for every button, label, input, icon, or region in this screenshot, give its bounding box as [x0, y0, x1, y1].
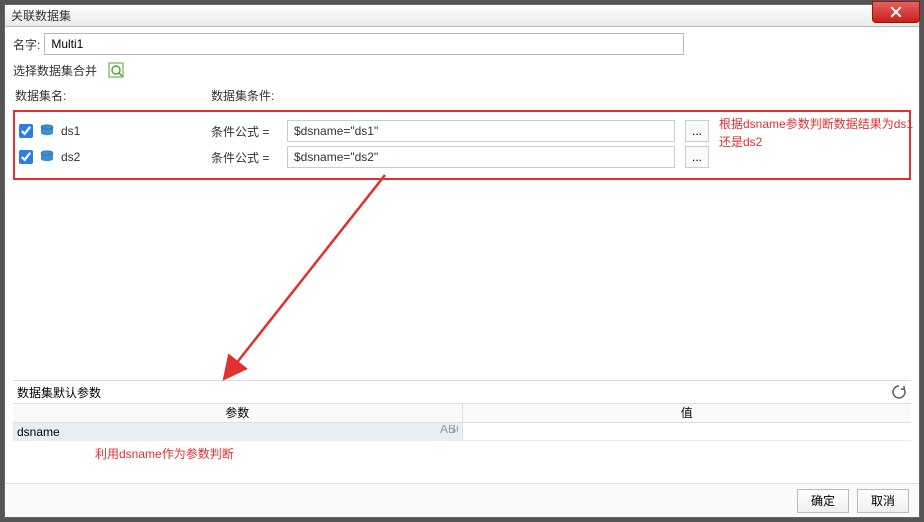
condition-label: 条件公式 =	[211, 149, 281, 166]
merge-row: 选择数据集合并	[13, 61, 911, 79]
ok-button[interactable]: 确定	[797, 489, 849, 513]
dataset-name: ds2	[61, 150, 205, 164]
refresh-button[interactable]	[891, 384, 907, 400]
dataset-name: ds1	[61, 124, 205, 138]
titlebar: 关联数据集	[5, 5, 919, 27]
refresh-icon	[891, 384, 907, 400]
header-dataset-cond: 数据集条件:	[211, 87, 909, 104]
params-header: 数据集默认参数	[13, 380, 911, 404]
window-title: 关联数据集	[11, 7, 71, 24]
param-name-cell[interactable]: dsnameABC	[13, 425, 463, 439]
cancel-button[interactable]: 取消	[857, 489, 909, 513]
dataset-checkbox[interactable]	[19, 124, 33, 138]
dataset-checkbox[interactable]	[19, 150, 33, 164]
merge-label: 选择数据集合并	[13, 62, 97, 79]
name-input[interactable]	[44, 33, 684, 55]
formula-browse-button[interactable]: ...	[685, 146, 709, 168]
database-icon	[39, 150, 55, 164]
formula-browse-button[interactable]: ...	[685, 120, 709, 142]
param-type-icon: ABC	[440, 425, 458, 439]
params-table: 参数 值 dsnameABC	[13, 404, 911, 441]
annotation-bottom: 利用dsname作为参数判断	[95, 445, 234, 462]
condition-input[interactable]	[287, 120, 675, 142]
name-row: 名字:	[13, 33, 911, 55]
params-col-param: 参数	[13, 404, 463, 422]
params-title: 数据集默认参数	[17, 384, 101, 401]
param-value-cell[interactable]	[463, 423, 912, 441]
spacer	[13, 180, 911, 380]
column-headers: 数据集名: 数据集条件:	[13, 83, 911, 110]
header-dataset-name: 数据集名:	[15, 87, 211, 104]
dialog-footer: 确定 取消	[5, 483, 919, 517]
merge-icon[interactable]	[107, 61, 125, 79]
dialog-body: 名字: 选择数据集合并 数据集名: 数据集条件: ds1 条件公式 =... ds2…	[5, 27, 919, 483]
close-button[interactable]	[872, 1, 920, 23]
condition-label: 条件公式 =	[211, 123, 281, 140]
params-table-header: 参数 值	[13, 404, 911, 423]
params-col-value: 值	[463, 404, 912, 422]
dialog-window: 关联数据集 名字: 选择数据集合并 数据集名: 数据集条件: ds1 条件公式 =…	[4, 4, 920, 518]
condition-input[interactable]	[287, 146, 675, 168]
name-label: 名字:	[13, 36, 40, 53]
annotation-right: 根据dsname参数判断数据结果为ds1还是ds2	[719, 115, 919, 151]
close-icon	[890, 6, 902, 18]
database-icon	[39, 124, 55, 138]
param-row[interactable]: dsnameABC	[13, 423, 911, 441]
